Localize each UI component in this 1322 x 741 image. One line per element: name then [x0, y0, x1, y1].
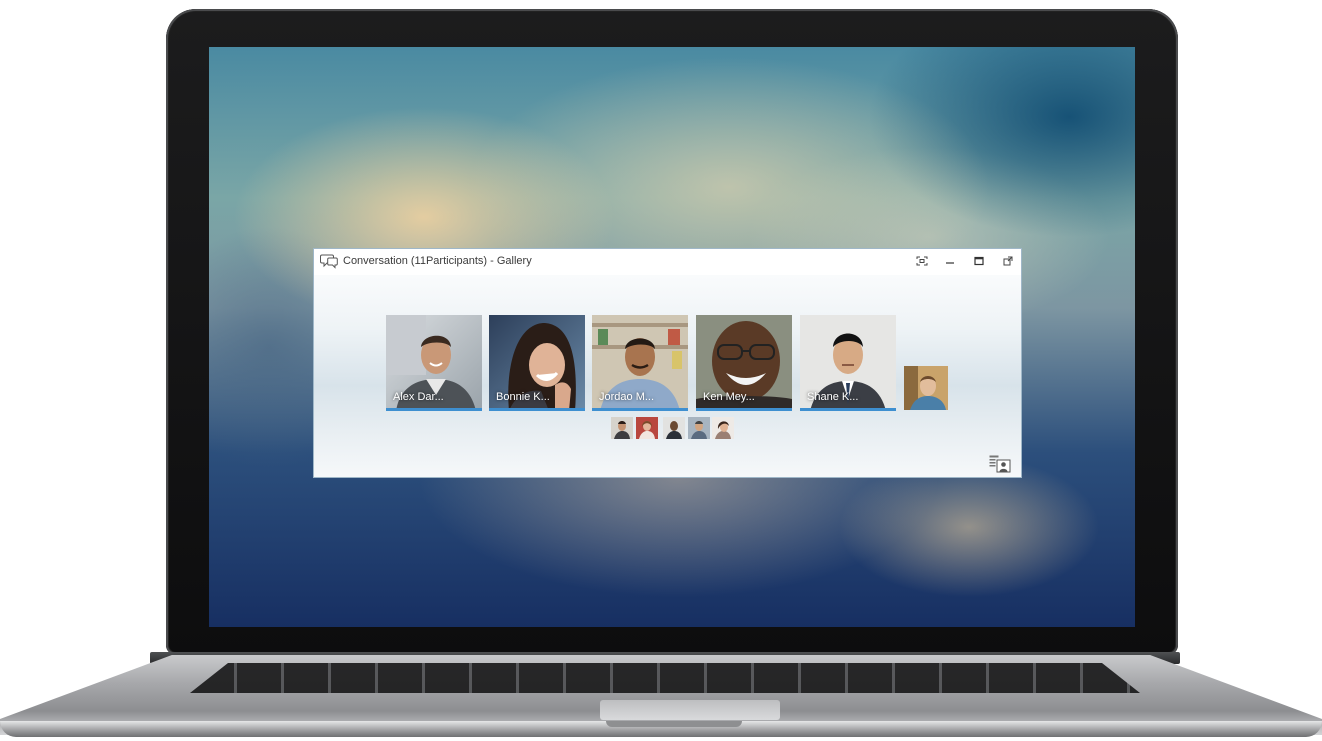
participant-name: Shane K... — [807, 391, 859, 403]
lid-notch — [606, 721, 742, 727]
keyboard — [190, 663, 1140, 693]
self-view-photo — [904, 366, 948, 410]
participant-list-icon[interactable] — [989, 455, 1011, 473]
conversation-icon — [320, 253, 338, 269]
participant-name: Ken Mey... — [703, 391, 755, 403]
self-view-video[interactable] — [904, 366, 948, 410]
conversation-window: Conversation (11Participants) - Gallery — [313, 248, 1022, 478]
title-bar[interactable]: Conversation (11Participants) - Gallery — [314, 249, 1021, 275]
video-tile[interactable]: Jordao M... — [592, 315, 688, 411]
popout-icon[interactable] — [1000, 254, 1016, 268]
video-tile[interactable]: Ken Mey... — [696, 315, 792, 411]
fullscreen-icon[interactable] — [914, 254, 930, 268]
laptop-scene: Conversation (11Participants) - Gallery — [0, 0, 1322, 741]
video-tile[interactable]: Shane K... — [800, 315, 896, 411]
participant-thumbnail[interactable] — [712, 417, 734, 439]
participant-name: Bonnie K... — [496, 391, 550, 403]
participant-name: Jordao M... — [599, 391, 655, 403]
window-title: Conversation (11Participants) - Gallery — [343, 255, 532, 267]
maximize-icon[interactable] — [971, 254, 987, 268]
trackpad — [600, 700, 780, 720]
video-tile[interactable]: Alex Dar... — [386, 315, 482, 411]
minimize-icon[interactable] — [942, 254, 958, 268]
video-tile[interactable]: Bonnie K... — [489, 315, 585, 411]
participant-thumbnail[interactable] — [636, 417, 658, 439]
participant-thumbnail[interactable] — [611, 417, 633, 439]
participant-thumbnail[interactable] — [688, 417, 710, 439]
participant-thumbnail[interactable] — [663, 417, 685, 439]
participant-name: Alex Dar... — [393, 391, 444, 403]
